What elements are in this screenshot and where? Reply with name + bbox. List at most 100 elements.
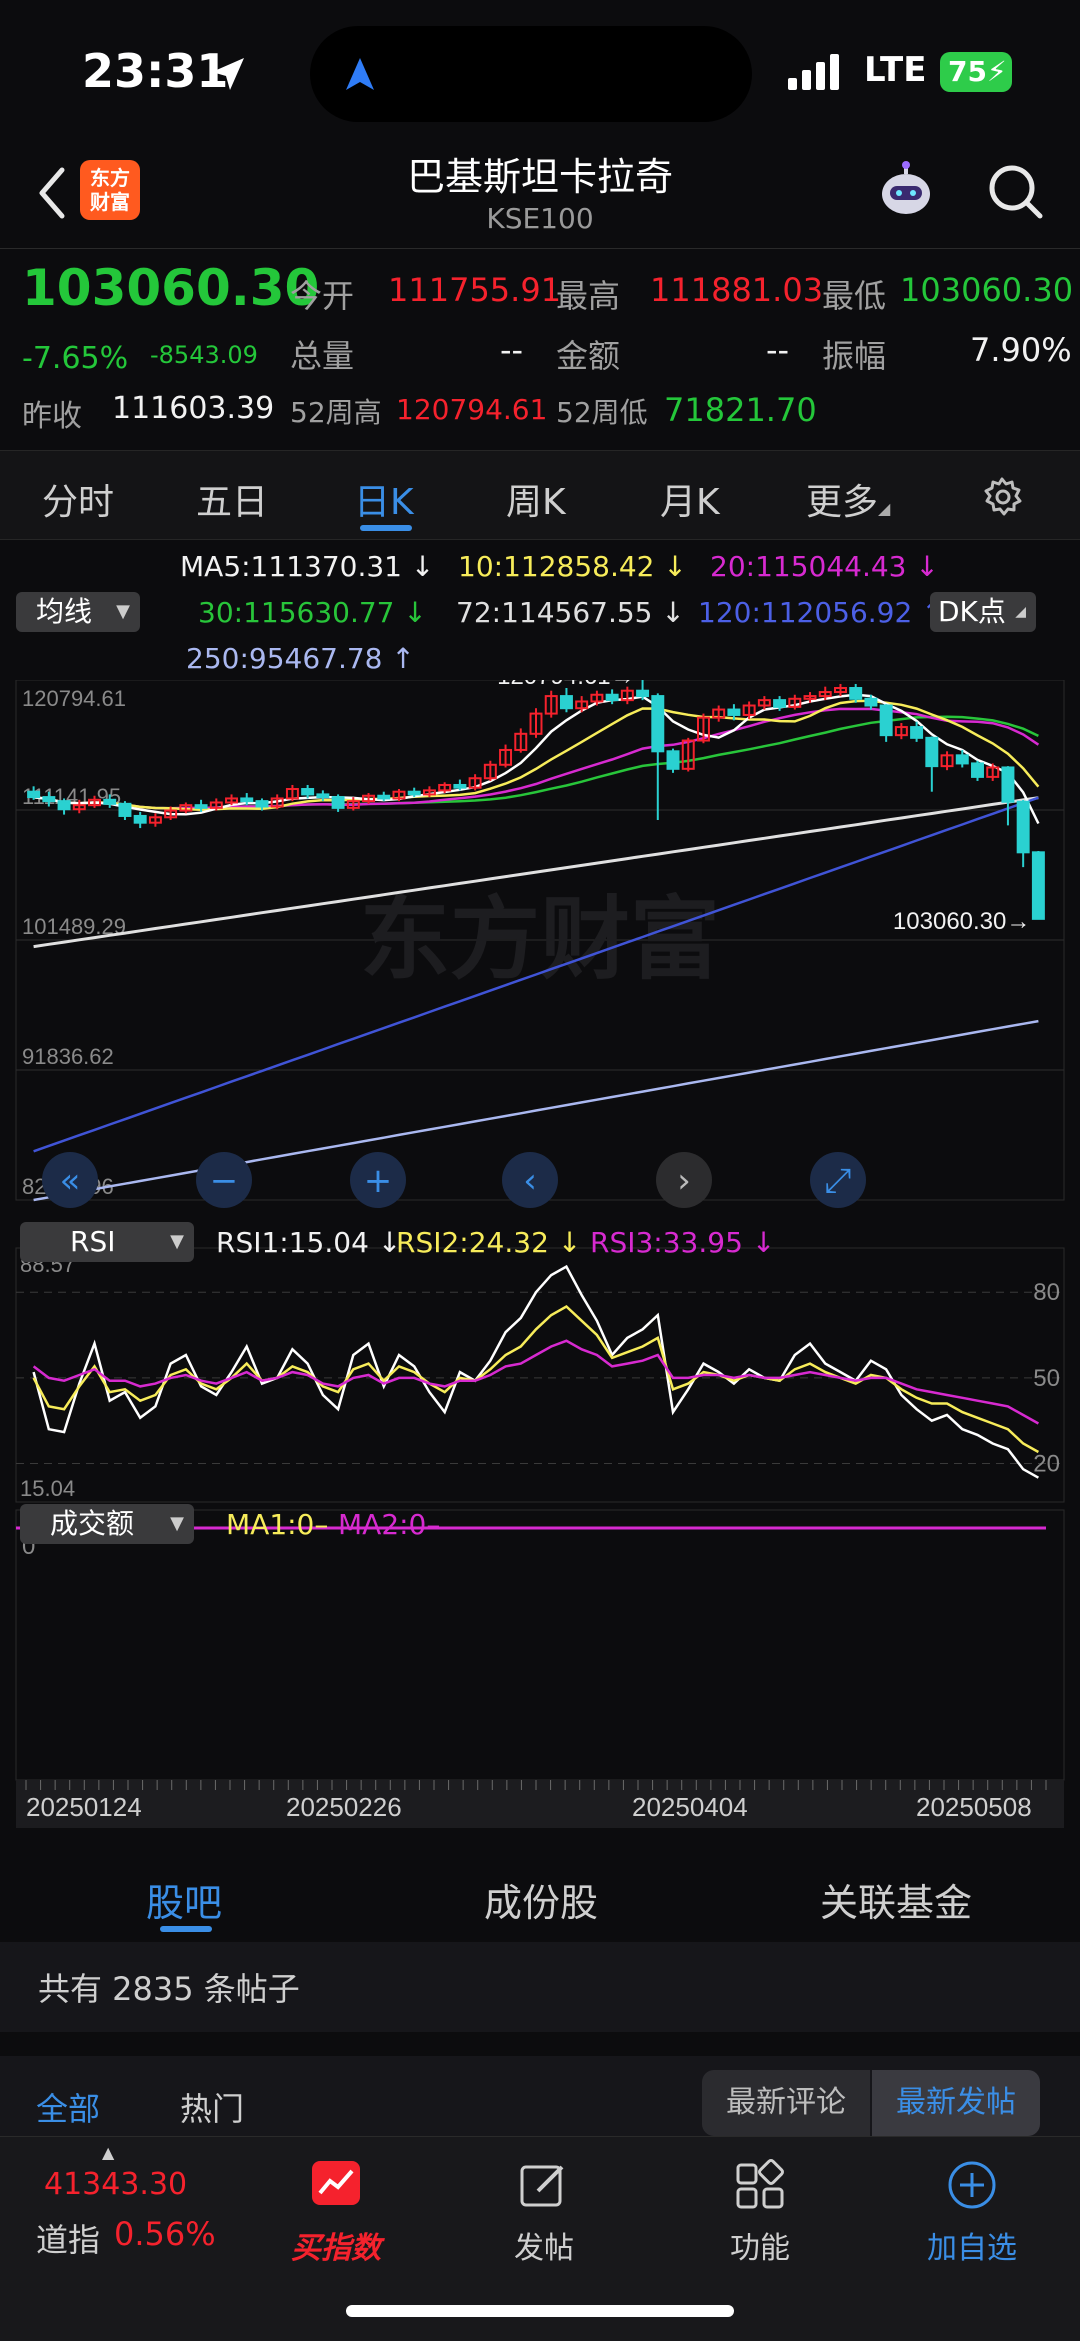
rsi1-label: RSI1:15.04 ↓ bbox=[216, 1226, 401, 1259]
fast-back-icon: « bbox=[60, 1161, 81, 1201]
tab-daily-k[interactable]: 日K bbox=[354, 473, 414, 525]
change-amount: -8543.09 bbox=[150, 341, 258, 369]
robot-assistant-icon[interactable] bbox=[874, 158, 938, 222]
dropdown-caret-icon: ▼ bbox=[170, 1513, 184, 1534]
rsi-right-axis-label: 20 bbox=[1033, 1450, 1060, 1477]
add-watchlist-label: 加自选 bbox=[927, 2231, 1017, 2266]
ma120-line bbox=[33, 796, 1039, 1153]
add-watchlist-button[interactable]: 加自选 bbox=[892, 2159, 1052, 2267]
quote-panel: 103060.30 -7.65% -8543.09 昨收 111603.39 今… bbox=[0, 248, 1080, 448]
candle-body bbox=[407, 790, 421, 796]
wk52-high-label: 52周高 bbox=[290, 396, 382, 429]
candle-body bbox=[727, 708, 741, 716]
tab-more-label: 更多 bbox=[806, 482, 879, 523]
candle-body bbox=[955, 754, 969, 765]
candle-body bbox=[453, 783, 467, 789]
index-ticker-change: 0.56% bbox=[114, 2215, 216, 2253]
filter-hot[interactable]: 热门 bbox=[180, 2084, 244, 2130]
candle-body bbox=[240, 797, 254, 803]
ma20-label: 20:115044.43 ↓ bbox=[710, 550, 939, 583]
ma5-label: MA5:111370.31 ↓ bbox=[180, 550, 434, 583]
rsi1-value: RSI1:15.04 bbox=[216, 1226, 369, 1259]
dynamic-island bbox=[310, 26, 752, 122]
post-count: 共有 2835 条帖子 bbox=[0, 1942, 1080, 2032]
rsi-right-axis-label: 80 bbox=[1033, 1279, 1060, 1306]
ma250-value: 250:95467.78 bbox=[186, 642, 383, 675]
ma72-label: 72:114567.55 ↓ bbox=[456, 596, 685, 629]
candle-body bbox=[1001, 766, 1015, 803]
high-marker-label: 120794.61→ bbox=[497, 680, 634, 690]
x-axis-date-label: 20250404 bbox=[632, 1792, 748, 1822]
rsi-right-axis-label: 50 bbox=[1033, 1365, 1060, 1392]
search-icon[interactable] bbox=[986, 162, 1046, 222]
charging-bolt-icon: ⚡ bbox=[986, 55, 1007, 88]
post-button[interactable]: 发帖 bbox=[464, 2159, 624, 2267]
candle-body bbox=[864, 697, 878, 707]
filter-all[interactable]: 全部 bbox=[36, 2084, 100, 2130]
dropdown-caret-icon: ▼ bbox=[170, 1231, 184, 1252]
candle-body bbox=[559, 695, 573, 710]
tab-five-day[interactable]: 五日 bbox=[196, 473, 268, 525]
next-icon: › bbox=[677, 1161, 691, 1201]
candle-body bbox=[133, 814, 147, 824]
x-axis-strip bbox=[16, 1780, 1064, 1828]
indicator-selector-dropdown[interactable]: RSI ▼ bbox=[20, 1222, 194, 1262]
volume-selector-dropdown[interactable]: 成交额 ▼ bbox=[20, 1504, 194, 1544]
sort-latest-post[interactable]: 最新发帖 bbox=[872, 2070, 1040, 2136]
low-value: 103060.30 bbox=[900, 271, 1074, 309]
signal-bars-icon bbox=[788, 54, 839, 90]
dk-point-label: DK点 bbox=[938, 595, 1006, 628]
kline-chart[interactable]: 120794.61111141.95101489.2991836.6282183… bbox=[0, 680, 1080, 1850]
ma72-value: 72:114567.55 bbox=[456, 596, 653, 629]
ma10-value: 10:112858.42 bbox=[458, 550, 655, 583]
low-label: 最低 bbox=[822, 277, 887, 315]
compose-icon bbox=[464, 2159, 624, 2219]
down-arrow-icon: ↓ bbox=[661, 596, 685, 629]
wk52-high-value: 120794.61 bbox=[396, 393, 548, 426]
index-ticker-value[interactable]: 41343.30 bbox=[44, 2167, 187, 2202]
volume-ma2-label: MA2:0– bbox=[338, 1508, 441, 1541]
volume-frame bbox=[15, 1509, 1065, 1781]
candle-body bbox=[925, 736, 939, 768]
dropdown-caret-icon: ▼ bbox=[116, 601, 130, 622]
add-circle-icon bbox=[892, 2159, 1052, 2219]
zoom-in-icon: + bbox=[364, 1161, 393, 1201]
tab-related-funds[interactable]: 关联基金 bbox=[820, 1872, 972, 1927]
indicator-selector-label: RSI bbox=[70, 1225, 116, 1258]
post-filter-bar: 全部 热门 最新评论 最新发帖 bbox=[0, 2056, 1080, 2136]
rsi2-value: RSI2:24.32 bbox=[396, 1226, 549, 1259]
down-arrow-icon: ↓ bbox=[410, 550, 435, 583]
tab-weekly-k[interactable]: 周K bbox=[506, 473, 566, 525]
tab-constituents[interactable]: 成份股 bbox=[484, 1872, 598, 1927]
settings-gear-icon[interactable] bbox=[980, 475, 1024, 519]
candle-body bbox=[666, 750, 680, 770]
community-tabs: 股吧 成份股 关联基金 bbox=[0, 1850, 1080, 1940]
amount-value: -- bbox=[766, 331, 790, 369]
fullscreen-icon: ⤢ bbox=[824, 1161, 851, 1201]
dk-point-button[interactable]: DK点 ◢ bbox=[930, 592, 1036, 632]
down-arrow-icon: ↓ bbox=[663, 550, 687, 583]
function-button[interactable]: 功能 bbox=[680, 2159, 840, 2267]
buy-index-button[interactable]: 买指数 bbox=[256, 2159, 416, 2267]
rsi2-label: RSI2:24.32 ↓ bbox=[396, 1226, 581, 1259]
tab-intraday[interactable]: 分时 bbox=[42, 473, 114, 525]
candle-body bbox=[1031, 851, 1045, 920]
candle-body bbox=[910, 726, 924, 739]
candle-body bbox=[118, 802, 132, 817]
high-value: 111881.03 bbox=[650, 271, 824, 309]
wk52-low-label: 52周低 bbox=[556, 396, 648, 429]
tab-guba[interactable]: 股吧 bbox=[146, 1872, 222, 1927]
sort-latest-comment[interactable]: 最新评论 bbox=[702, 2070, 870, 2136]
candle-body bbox=[301, 788, 315, 796]
ma-selector-dropdown[interactable]: 均线 ▼ bbox=[16, 592, 140, 632]
tab-more[interactable]: 更多◢ bbox=[806, 473, 890, 525]
last-price: 103060.30 bbox=[22, 259, 320, 317]
y-axis-label: 120794.61 bbox=[22, 686, 126, 711]
rsi1-line bbox=[32, 1264, 1040, 1479]
buy-index-label: 买指数 bbox=[291, 2231, 381, 2266]
location-arrow-icon bbox=[212, 58, 244, 90]
battery-level: 75 bbox=[948, 55, 987, 88]
ma120-value: 120:112056.92 bbox=[698, 596, 913, 629]
tab-monthly-k[interactable]: 月K bbox=[660, 473, 720, 525]
index-ticker-name[interactable]: 道指 bbox=[36, 2215, 100, 2261]
